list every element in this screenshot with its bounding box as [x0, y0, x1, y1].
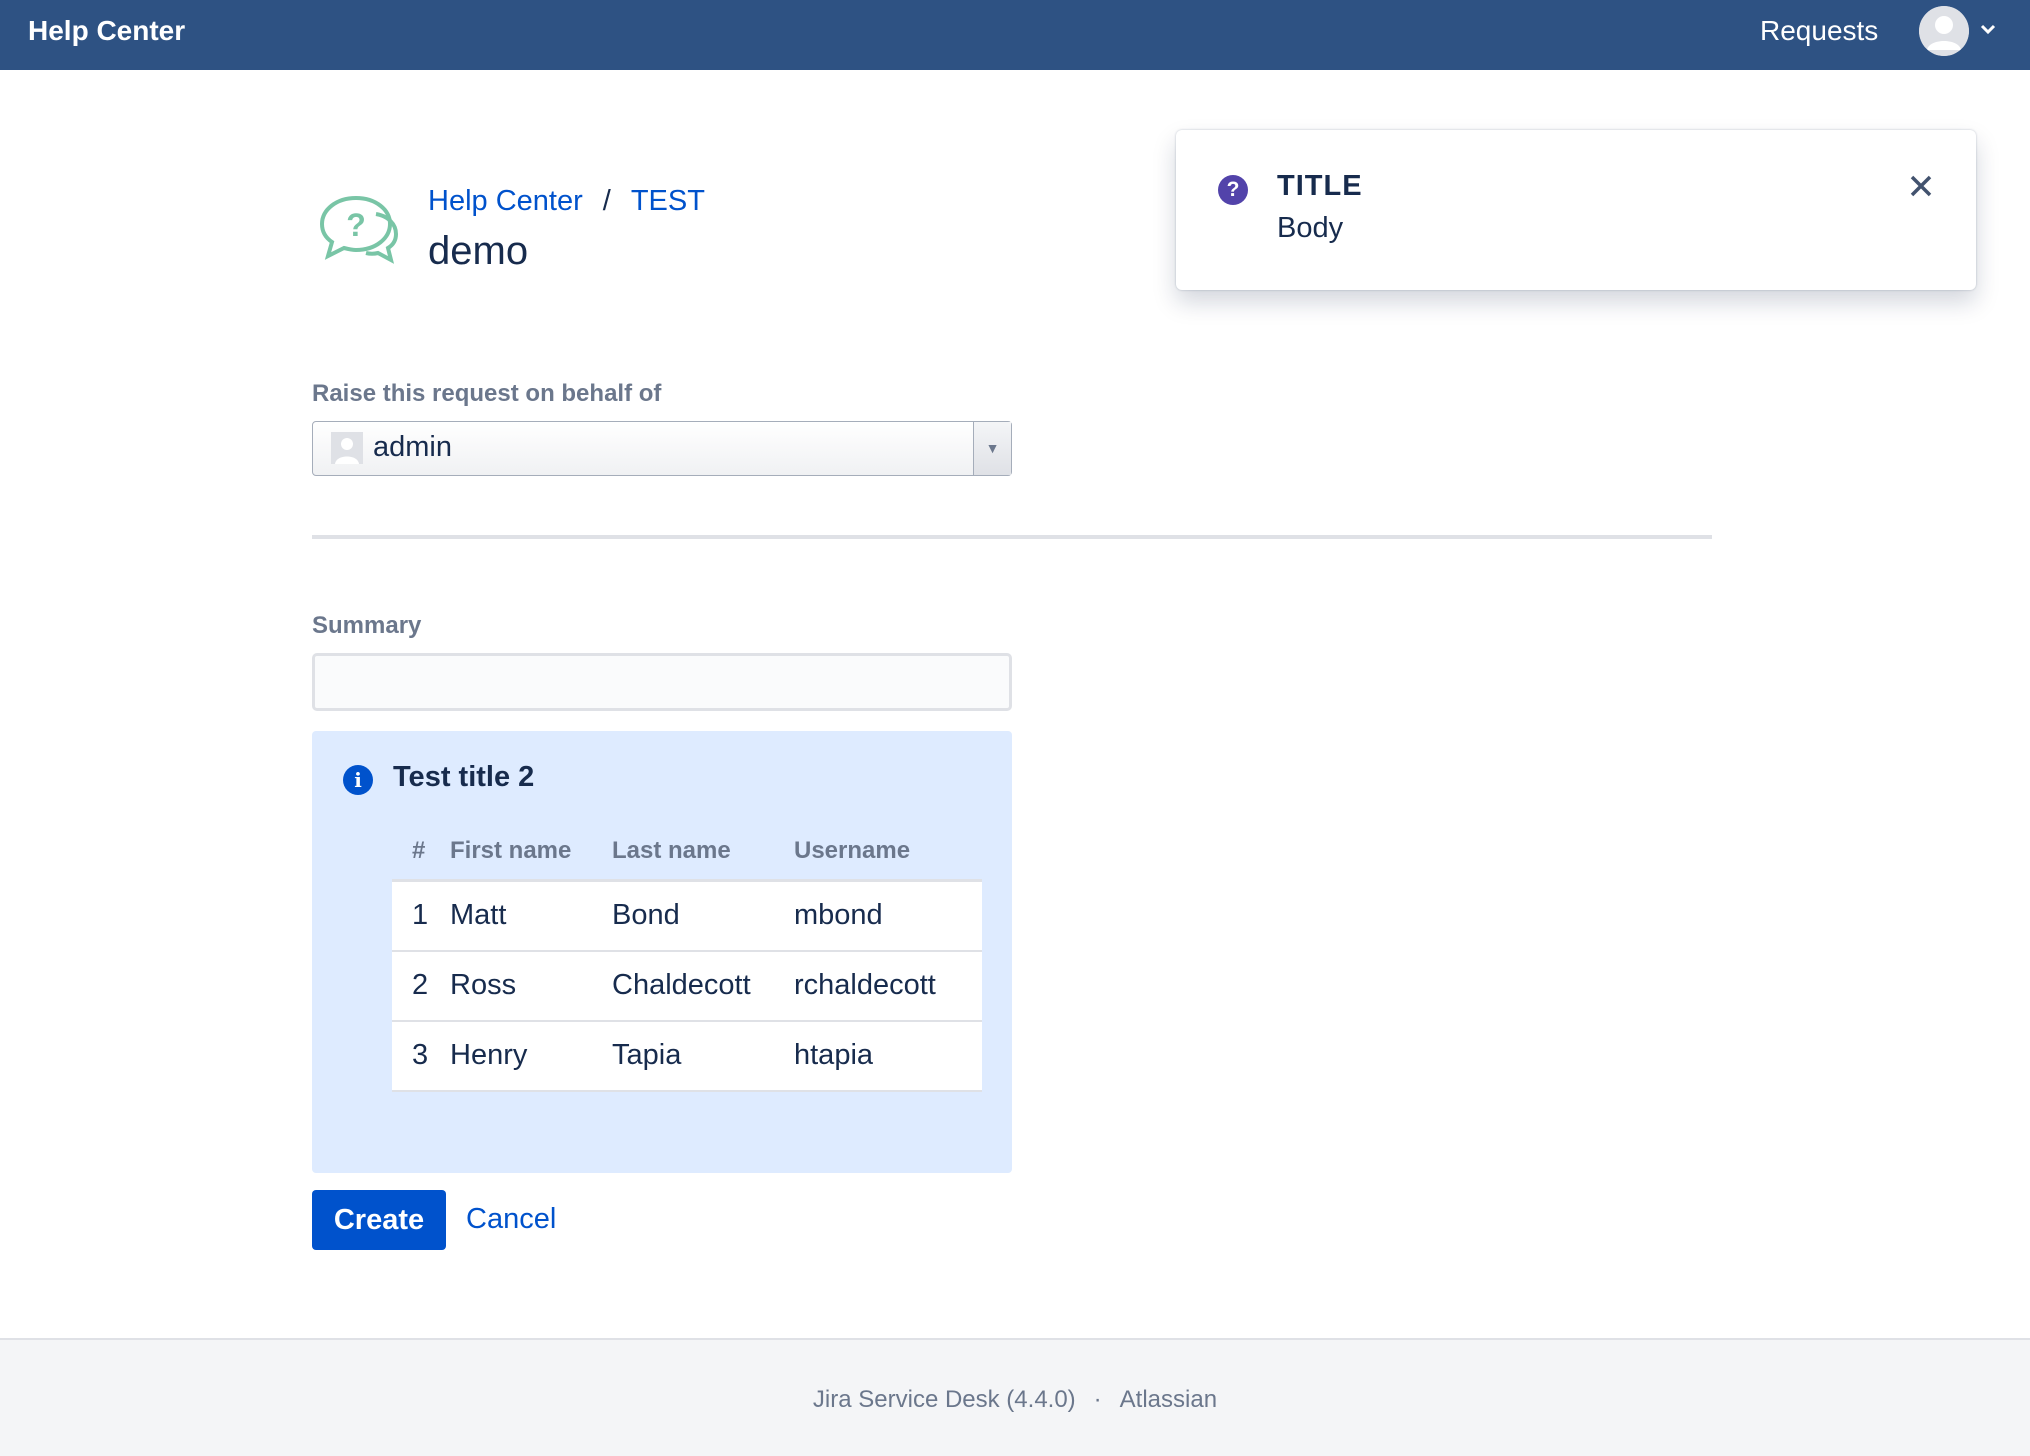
footer-atlassian-link[interactable]: Atlassian [1120, 1386, 1217, 1413]
flag-title: TITLE [1277, 170, 1363, 202]
info-icon: i [343, 765, 373, 795]
table-cell: htapia [794, 1020, 982, 1092]
info-panel-title: Test title 2 [393, 761, 535, 793]
table-cell: Tapia [612, 1020, 794, 1092]
table-row: 2 Ross Chaldecott rchaldecott [392, 950, 982, 1022]
footer-line: Jira Service Desk (4.4.0) · Atlassian [0, 1386, 2030, 1414]
flag-body: Body [1277, 212, 1344, 244]
create-button[interactable]: Create [312, 1190, 446, 1250]
summary-label: Summary [312, 612, 422, 639]
summary-input[interactable] [312, 653, 1012, 711]
help-center-home-link[interactable]: Help Center [28, 14, 185, 48]
table-cell: Chaldecott [612, 950, 794, 1022]
column-header-username: Username [794, 831, 982, 882]
table-cell: 2 [392, 950, 450, 1022]
table-cell: Henry [450, 1020, 612, 1092]
breadcrumb-project-link[interactable]: TEST [631, 183, 705, 219]
table-cell: mbond [794, 880, 982, 952]
column-header-number: # [392, 831, 450, 882]
section-divider [312, 535, 1712, 539]
notification-flag: ? TITLE Body [1176, 130, 1976, 290]
info-panel: i Test title 2 # First name Last name Us… [312, 731, 1012, 1173]
cancel-link[interactable]: Cancel [466, 1203, 556, 1236]
column-header-last-name: Last name [612, 831, 794, 882]
table-row: 1 Matt Bond mbond [392, 880, 982, 952]
footer-product-link[interactable]: Jira Service Desk (4.4.0) [813, 1386, 1076, 1413]
footer-separator: · [1093, 1386, 1102, 1413]
close-icon[interactable] [1903, 168, 1939, 204]
breadcrumb: Help Center / TEST [428, 183, 705, 219]
table-cell: rchaldecott [794, 950, 982, 1022]
top-navigation-bar: Help Center Requests [0, 0, 2030, 70]
user-avatar-icon [331, 432, 363, 464]
breadcrumb-help-center-link[interactable]: Help Center [428, 183, 583, 219]
dropdown-arrow-icon[interactable]: ▼ [973, 422, 1011, 475]
profile-menu-button[interactable] [1919, 6, 1996, 58]
help-center-logo-icon: ? [318, 192, 400, 266]
column-header-first-name: First name [450, 831, 612, 882]
table-cell: 3 [392, 1020, 450, 1092]
page-title: demo [428, 229, 529, 273]
table-cell: Ross [450, 950, 612, 1022]
user-avatar-icon [1919, 6, 1969, 56]
table-cell: 1 [392, 880, 450, 952]
page-footer: Jira Service Desk (4.4.0) · Atlassian [0, 1338, 2030, 1456]
on-behalf-label: Raise this request on behalf of [312, 380, 662, 407]
table-cell: Matt [450, 880, 612, 952]
svg-text:?: ? [346, 207, 366, 243]
on-behalf-value: admin [373, 431, 452, 463]
table-cell: Bond [612, 880, 794, 952]
table-row: 3 Henry Tapia htapia [392, 1020, 982, 1092]
on-behalf-select[interactable]: admin ▼ [312, 421, 1012, 476]
table-header-row: # First name Last name Username [392, 831, 982, 882]
users-table: # First name Last name Username 1 Matt B… [392, 831, 982, 1092]
chevron-down-icon [1979, 20, 1997, 41]
breadcrumb-separator: / [602, 185, 611, 217]
question-circle-icon: ? [1218, 175, 1248, 205]
requests-link[interactable]: Requests [1760, 14, 1878, 48]
